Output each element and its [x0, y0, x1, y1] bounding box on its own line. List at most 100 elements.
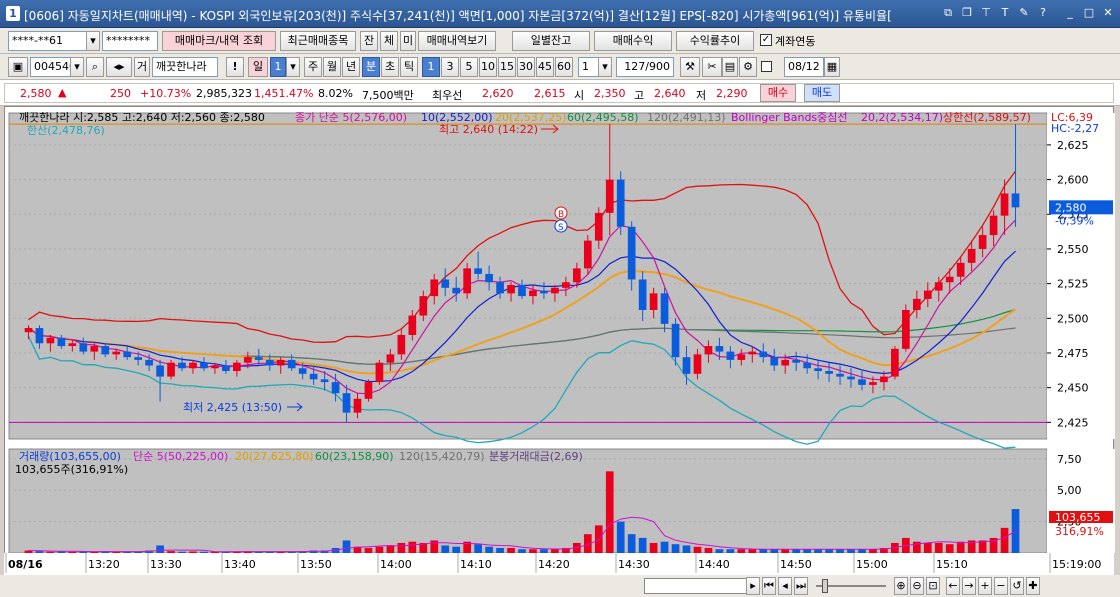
sound-icon[interactable]: ◂▸ — [106, 57, 132, 77]
help-icon[interactable]: ? — [1035, 5, 1051, 21]
prev-page-icon[interactable]: ◂ — [778, 577, 792, 595]
volume-rate: 1,451.47% — [254, 87, 314, 100]
count-field[interactable]: 127/900 — [616, 57, 674, 77]
view-trades-button[interactable]: 매매내역보기 — [418, 31, 496, 51]
maximize-icon[interactable]: □ — [1081, 5, 1097, 21]
account-link-label: 계좌연동 — [775, 35, 816, 48]
period-45[interactable]: 45 — [536, 57, 554, 77]
scroll-right-icon[interactable]: ▸ — [746, 577, 760, 595]
last-page-icon[interactable]: ⏭ — [794, 577, 808, 595]
period-10[interactable]: 10 — [479, 57, 497, 77]
volume-bar — [441, 545, 450, 553]
minimize-icon[interactable]: _ — [1062, 5, 1078, 21]
add-icon[interactable]: + — [978, 577, 992, 595]
period-3[interactable]: 3 — [441, 57, 459, 77]
sell-button[interactable]: 매도 — [804, 84, 840, 102]
copy-icon[interactable]: ❐ — [959, 5, 975, 21]
volume-bar — [474, 544, 482, 553]
volume-bar — [1000, 527, 1009, 553]
second-button[interactable]: 초 — [381, 57, 399, 77]
zoom-out-icon[interactable]: ⊖ — [910, 577, 924, 595]
reset-icon[interactable]: ↺ — [1010, 577, 1024, 595]
candle — [891, 348, 899, 377]
chevron-down-icon[interactable]: ▾ — [286, 57, 300, 77]
period-5[interactable]: 5 — [460, 57, 478, 77]
hc-label: HC:-2,27 — [1051, 122, 1099, 135]
candlestick-chart[interactable]: 2,6252,6002,5752,5502,5252,5002,4752,450… — [5, 107, 1115, 554]
search-icon[interactable]: ⌕ — [86, 57, 104, 77]
password-field[interactable]: ******** — [102, 31, 158, 51]
mi-button[interactable]: 미 — [400, 31, 416, 51]
save-icon[interactable]: ▤ — [722, 57, 738, 77]
chart-area[interactable]: 2,625 2,600 2,575 2,550 2,525 2,500 2,475 2,450… — [4, 106, 1115, 575]
chevron-down-icon[interactable]: ▾ — [70, 57, 84, 77]
stock-name-field: 깨끗한나라 — [152, 57, 218, 77]
candle — [57, 337, 66, 347]
candle — [79, 343, 88, 352]
layout-icon[interactable]: ▣ — [8, 57, 28, 77]
candle — [704, 346, 713, 355]
chevron-down-icon[interactable]: ▾ — [86, 31, 100, 51]
best-label: 최우선 — [432, 89, 463, 102]
zoom-in-icon[interactable]: ⊕ — [894, 577, 908, 595]
buy-button[interactable]: 매수 — [760, 84, 796, 102]
fit-icon[interactable]: ⊡ — [926, 577, 940, 595]
tool-icon[interactable]: ⚒ — [680, 57, 700, 77]
mark-query-button[interactable]: 매매마크/내역 조회 — [162, 31, 276, 51]
monthly-button[interactable]: 월 — [323, 57, 341, 77]
gear-icon[interactable]: ⚙ — [739, 57, 757, 77]
candle — [551, 287, 559, 294]
remove-icon[interactable]: − — [994, 577, 1008, 595]
crosshair-icon[interactable]: ✚ — [1026, 577, 1040, 595]
tick-button[interactable]: 틱 — [400, 57, 418, 77]
alert-icon[interactable]: ! — [226, 57, 244, 77]
volume-bar — [342, 540, 351, 553]
jan-button[interactable]: 잔 — [360, 31, 378, 51]
scroll-track[interactable] — [644, 578, 754, 594]
ga-button[interactable]: 거 — [134, 57, 150, 77]
minute-button[interactable]: 분 — [362, 57, 380, 77]
candle — [474, 268, 482, 274]
recent-trades-button[interactable]: 최근매매종목 — [280, 31, 356, 51]
candle — [715, 346, 724, 352]
trade-profit-button[interactable]: 매매수익 — [594, 31, 672, 51]
chevron-down-icon[interactable]: ▾ — [598, 57, 612, 77]
tab-icon[interactable]: T — [997, 5, 1013, 21]
link-icon[interactable]: ⧉ — [940, 5, 956, 21]
period-30[interactable]: 30 — [517, 57, 535, 77]
daily-button[interactable]: 일 — [248, 57, 268, 77]
candle — [200, 362, 208, 369]
window-number: 1 — [6, 6, 20, 21]
arrow-right-icon[interactable]: → — [962, 577, 976, 595]
first-page-icon[interactable]: ⏮ — [762, 577, 776, 595]
volume-panel-bg — [8, 448, 1048, 554]
candle — [638, 279, 647, 310]
candle — [781, 359, 790, 366]
candle — [814, 368, 822, 372]
weekly-button[interactable]: 주 — [304, 57, 322, 77]
period-15[interactable]: 15 — [498, 57, 516, 77]
yield-trend-button[interactable]: 수익률추이 — [676, 31, 754, 51]
account-link-checkbox[interactable]: ✓ — [760, 34, 772, 46]
draw-icon[interactable]: ✂ — [702, 57, 722, 77]
settings-icon[interactable]: ✎ — [1016, 5, 1032, 21]
calendar-icon[interactable]: ▦ — [824, 57, 840, 77]
period-60[interactable]: 60 — [555, 57, 573, 77]
arrow-left-icon[interactable]: ← — [946, 577, 960, 595]
pin-icon[interactable]: ⊤ — [978, 5, 994, 21]
candle — [583, 240, 592, 269]
candle — [956, 262, 965, 277]
che-button[interactable]: 체 — [380, 31, 398, 51]
date-field[interactable]: 08/12 — [784, 57, 824, 77]
daily-value[interactable]: 1 — [270, 57, 286, 77]
volume-legend-label: 분봉거래대금(2,69) — [489, 450, 583, 463]
time-tick-label: 14:00 — [380, 558, 412, 571]
date-checkbox[interactable] — [761, 61, 772, 72]
close-icon[interactable]: ✕ — [1100, 5, 1116, 21]
candle — [353, 398, 362, 413]
period-1[interactable]: 1 — [422, 57, 440, 77]
zoom-slider[interactable] — [816, 578, 886, 594]
time-tick-label: 13:40 — [224, 558, 256, 571]
yearly-button[interactable]: 년 — [342, 57, 360, 77]
daily-balance-button[interactable]: 일별잔고 — [512, 31, 590, 51]
